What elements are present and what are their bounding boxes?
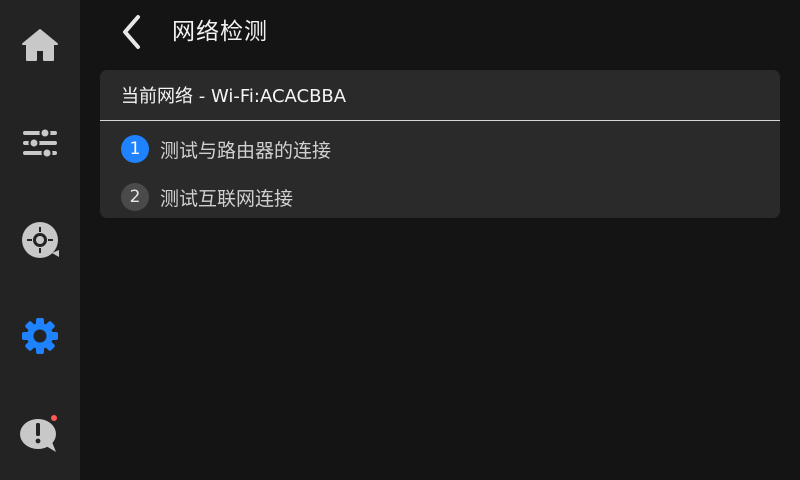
sidebar-item-adjust[interactable] <box>0 113 80 173</box>
current-network-label: 当前网络 - Wi-Fi:ACACBBA <box>100 70 780 121</box>
step-router-connection: 1 测试与路由器的连接 <box>121 133 331 165</box>
step-number-badge: 1 <box>121 135 149 163</box>
sidebar-item-settings[interactable] <box>0 306 80 366</box>
header: 网络检测 <box>80 0 800 64</box>
chevron-left-icon <box>123 15 140 49</box>
network-check-panel: 当前网络 - Wi-Fi:ACACBBA 1 测试与路由器的连接 2 测试互联网… <box>100 70 780 218</box>
sidebar-item-camera[interactable] <box>0 210 80 270</box>
notification-dot <box>51 415 57 421</box>
main-content: 网络检测 当前网络 - Wi-Fi:ACACBBA 1 测试与路由器的连接 2 … <box>80 0 800 480</box>
sidebar-item-feedback[interactable] <box>0 402 80 462</box>
page-title: 网络检测 <box>172 19 268 45</box>
gear-icon <box>22 318 58 354</box>
step-internet-connection: 2 测试互联网连接 <box>121 181 293 213</box>
home-icon <box>22 29 58 61</box>
sidebar-item-home[interactable] <box>0 15 80 75</box>
back-button[interactable] <box>116 12 146 52</box>
sidebar <box>0 0 80 480</box>
sliders-icon <box>23 127 57 159</box>
step-label: 测试互联网连接 <box>160 187 294 210</box>
step-number-badge: 2 <box>121 183 149 211</box>
alert-bubble-icon <box>20 415 57 452</box>
camera-lens-icon <box>22 222 59 258</box>
step-label: 测试与路由器的连接 <box>160 139 332 162</box>
